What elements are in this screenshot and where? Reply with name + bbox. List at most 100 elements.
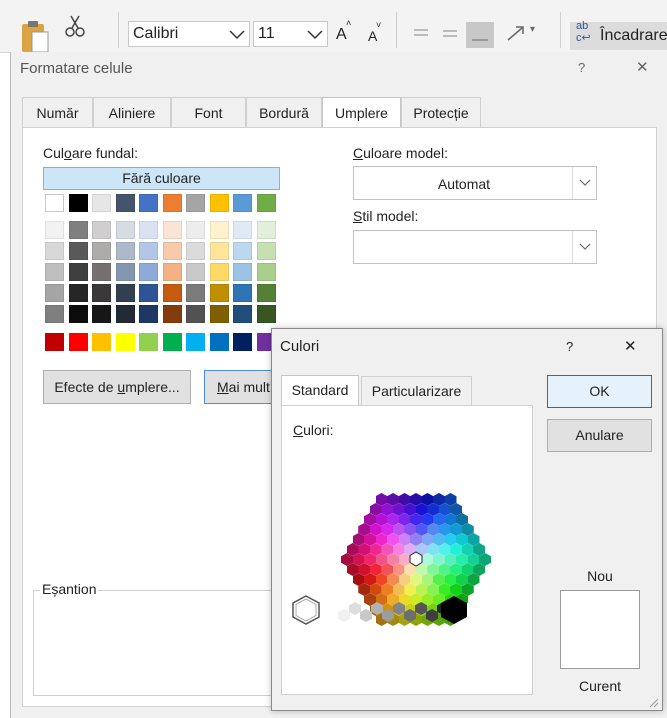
theme-color-swatch[interactable] [92,242,111,260]
tab-bordura[interactable]: Bordură [246,97,322,127]
theme-color-swatch[interactable] [92,263,111,281]
resize-grip-icon[interactable] [647,695,659,708]
theme-color-swatch[interactable] [186,221,205,239]
theme-color-swatch[interactable] [162,242,182,260]
theme-color-swatch[interactable] [45,242,64,260]
standard-color-swatch[interactable] [45,333,64,351]
theme-color-swatch[interactable] [115,305,135,323]
theme-color-swatch[interactable] [115,284,135,302]
help-button[interactable]: ? [578,60,585,75]
standard-color-swatch[interactable] [233,333,252,351]
theme-color-swatch[interactable] [256,263,276,281]
close-button[interactable]: ✕ [624,337,637,355]
theme-color-swatch[interactable] [68,305,88,323]
theme-color-swatch[interactable] [209,305,229,323]
theme-color-swatch[interactable] [139,305,158,323]
tab-standard[interactable]: Standard [281,375,359,406]
standard-color-swatch[interactable] [68,333,88,351]
theme-color-swatch[interactable] [92,221,111,239]
theme-color-swatch[interactable] [162,305,182,323]
theme-color-swatch[interactable] [139,194,158,212]
theme-color-swatch[interactable] [45,263,64,281]
theme-color-swatch[interactable] [68,263,88,281]
theme-color-swatch[interactable] [45,194,64,212]
theme-color-swatch[interactable] [68,194,88,212]
theme-color-swatch[interactable] [139,284,158,302]
font-name-combo[interactable]: Calibri [128,21,250,47]
grow-font-button[interactable]: A ˄ [336,18,351,44]
theme-color-swatch[interactable] [186,263,205,281]
theme-color-swatch[interactable] [45,221,64,239]
more-colors-button[interactable]: Mai mult [204,370,274,404]
theme-color-swatch[interactable] [139,221,158,239]
theme-color-swatch[interactable] [115,221,135,239]
theme-color-swatch[interactable] [256,242,276,260]
theme-color-swatch[interactable] [233,194,252,212]
theme-color-swatch[interactable] [233,242,252,260]
theme-color-swatch[interactable] [139,242,158,260]
theme-color-swatch[interactable] [209,194,229,212]
theme-color-swatch[interactable] [45,305,64,323]
wrap-text-button[interactable]: ab c↩ Încadrare [570,20,667,50]
theme-color-swatch[interactable] [256,284,276,302]
paste-icon[interactable] [20,20,50,52]
align-top-icon[interactable] [412,26,430,38]
help-button[interactable]: ? [566,339,573,354]
theme-color-swatch[interactable] [162,221,182,239]
theme-color-swatch[interactable] [162,284,182,302]
tab-particularizare[interactable]: Particularizare [361,376,472,405]
theme-color-swatch[interactable] [256,194,276,212]
theme-color-swatch[interactable] [162,263,182,281]
theme-color-swatch[interactable] [186,284,205,302]
theme-color-swatch[interactable] [256,221,276,239]
pattern-style-combo[interactable] [353,230,597,264]
theme-color-swatch[interactable] [233,284,252,302]
theme-color-swatch[interactable] [233,305,252,323]
close-button[interactable]: ✕ [636,58,649,76]
standard-color-swatch[interactable] [186,333,205,351]
pattern-color-combo[interactable]: Automat [353,166,597,200]
standard-color-swatch[interactable] [162,333,182,351]
gray-color-cell[interactable] [338,609,350,622]
theme-color-swatch[interactable] [209,221,229,239]
tab-protectie[interactable]: Protecție [401,97,481,127]
gray-color-cell[interactable] [327,602,339,615]
tab-aliniere[interactable]: Aliniere [93,97,171,127]
align-middle-icon[interactable] [441,26,459,40]
standard-color-swatch[interactable] [209,333,229,351]
theme-color-swatch[interactable] [139,263,158,281]
theme-color-swatch[interactable] [209,242,229,260]
theme-color-swatch[interactable] [115,242,135,260]
tab-font[interactable]: Font [171,97,246,127]
theme-color-swatch[interactable] [68,221,88,239]
theme-color-swatch[interactable] [45,284,64,302]
theme-color-swatch[interactable] [233,221,252,239]
fill-effects-button[interactable]: Efecte de umplere... [43,370,191,404]
orientation-icon[interactable]: ▾ [506,24,540,44]
color-honeycomb[interactable] [282,406,532,694]
font-size-combo[interactable]: 11 [253,21,328,47]
standard-color-swatch[interactable] [92,333,111,351]
cut-icon[interactable] [64,14,86,38]
theme-color-swatch[interactable] [186,242,205,260]
theme-color-swatch[interactable] [256,305,276,323]
white-color-cell[interactable] [292,595,320,625]
gray-color-cell[interactable] [349,602,361,615]
theme-color-swatch[interactable] [209,284,229,302]
theme-color-swatch[interactable] [186,305,205,323]
align-bottom-icon[interactable] [466,22,494,48]
cancel-button[interactable]: Anulare [547,419,652,452]
black-color-cell[interactable] [440,595,468,625]
theme-color-swatch[interactable] [68,242,88,260]
theme-color-swatch[interactable] [209,263,229,281]
standard-color-swatch[interactable] [115,333,135,351]
theme-color-swatch[interactable] [92,194,111,212]
no-color-button[interactable]: Fără culoare [43,167,280,190]
theme-color-swatch[interactable] [92,305,111,323]
tab-umplere[interactable]: Umplere [322,97,401,128]
theme-color-swatch[interactable] [115,194,135,212]
standard-color-swatch[interactable] [139,333,158,351]
theme-color-swatch[interactable] [233,263,252,281]
ok-button[interactable]: OK [547,375,652,408]
shrink-font-button[interactable]: A ˅ [368,20,381,44]
